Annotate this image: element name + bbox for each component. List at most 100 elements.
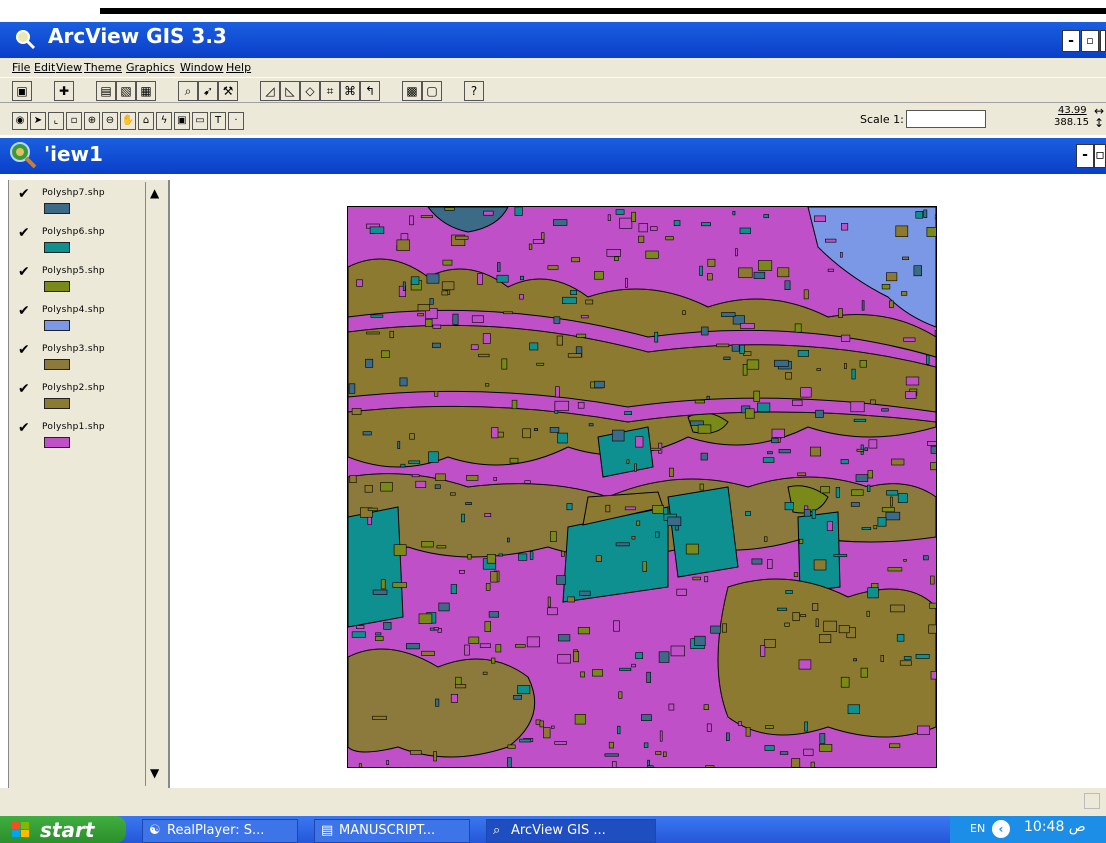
area-of-interest-tool-icon[interactable]: ▣ <box>174 112 190 130</box>
toc-scrollbar[interactable]: ▲ ▼ <box>145 182 168 786</box>
scale-input[interactable] <box>906 110 986 128</box>
pan-tool-icon[interactable]: ✋ <box>120 112 136 130</box>
zoom-to-selected-button[interactable]: ◇ <box>300 81 320 101</box>
query-builder-button[interactable]: ⚒ <box>218 81 238 101</box>
layer-visibility-checkbox[interactable]: ✔ <box>18 186 30 202</box>
app-minimize-button[interactable]: - <box>1062 30 1080 52</box>
layer-visibility-checkbox[interactable]: ✔ <box>18 225 30 241</box>
taskbar-realplayer[interactable]: ☯ RealPlayer: S... <box>142 819 298 843</box>
speckle-polygon <box>861 527 872 531</box>
view-minimize-button[interactable]: - <box>1076 144 1094 168</box>
find-button[interactable]: ⌕ <box>178 81 198 101</box>
layer-color-swatch[interactable] <box>44 320 70 331</box>
layer-color-swatch[interactable] <box>44 398 70 409</box>
clear-selection-button[interactable]: ▢ <box>422 81 442 101</box>
zoom-in-tool-icon[interactable]: ⊕ <box>84 112 100 130</box>
speckle-polygon <box>743 351 752 356</box>
speckle-polygon <box>765 725 774 729</box>
map-display[interactable] <box>347 206 937 768</box>
locate-address-button[interactable]: ➹ <box>198 81 218 101</box>
teal-field-5 <box>797 511 841 593</box>
speckle-polygon <box>792 399 803 407</box>
taskbar-manuscript-label: MANUSCRIPT... <box>339 823 436 838</box>
speckle-polygon <box>926 441 936 446</box>
speckle-polygon <box>850 502 860 507</box>
zoom-in-button[interactable]: ⌗ <box>320 81 340 101</box>
select-feature-tool-icon[interactable]: ▫ <box>66 112 82 130</box>
select-features-button[interactable]: ▩ <box>402 81 422 101</box>
layer-item[interactable]: ✔ Polyshp7.shp <box>18 186 138 222</box>
menu-window[interactable]: Window <box>180 61 223 74</box>
tray-expand-icon[interactable]: ‹ <box>992 820 1010 838</box>
coordinate-y: 388.15 <box>1054 117 1089 128</box>
speckle-polygon <box>435 698 440 707</box>
text-tool-icon[interactable]: T <box>210 112 226 130</box>
vertex-edit-tool-icon[interactable]: ⌞ <box>48 112 64 130</box>
identify-tool-icon[interactable]: ◉ <box>12 112 28 130</box>
layer-item[interactable]: ✔ Polyshp4.shp <box>18 303 138 339</box>
help-button[interactable]: ? <box>464 81 484 101</box>
draw-point-tool-icon[interactable]: · <box>228 112 244 130</box>
speckle-polygon <box>800 387 812 398</box>
layer-item[interactable]: ✔ Polyshp3.shp <box>18 342 138 378</box>
teal-field-3 <box>348 506 404 628</box>
add-theme-button[interactable]: ✚ <box>54 81 74 101</box>
speckle-polygon <box>929 602 936 609</box>
layer-visibility-checkbox[interactable]: ✔ <box>18 342 30 358</box>
menu-view[interactable]: View <box>56 61 82 74</box>
layer-visibility-checkbox[interactable]: ✔ <box>18 303 30 319</box>
speckle-polygon <box>432 342 441 348</box>
layer-color-swatch[interactable] <box>44 281 70 292</box>
layer-color-swatch[interactable] <box>44 437 70 448</box>
open-attribute-table-button[interactable]: ▦ <box>136 81 156 101</box>
app-restore-button[interactable]: ▫ <box>1081 30 1099 52</box>
zoom-out-button[interactable]: ⌘ <box>340 81 360 101</box>
layer-item[interactable]: ✔ Polyshp6.shp <box>18 225 138 261</box>
menu-help[interactable]: Help <box>226 61 251 74</box>
speckle-polygon <box>551 725 555 729</box>
speckle-polygon <box>380 482 393 492</box>
layer-visibility-checkbox[interactable]: ✔ <box>18 420 30 436</box>
zoom-previous-button[interactable]: ↰ <box>360 81 380 101</box>
menu-graphics[interactable]: Graphics <box>126 61 175 74</box>
view-title-bar[interactable] <box>0 138 1106 174</box>
layer-color-swatch[interactable] <box>44 242 70 253</box>
zoom-to-active-themes-button[interactable]: ◺ <box>280 81 300 101</box>
label-tool-icon[interactable]: ▭ <box>192 112 208 130</box>
menu-file[interactable]: File <box>12 61 30 74</box>
measure-tool-icon[interactable]: ⌂ <box>138 112 154 130</box>
button-bar: ▣ ✚ ▤ ▧ ▦ ⌕ ➹ ⚒ ◿ ◺ ◇ ⌗ ⌘ ↰ ▩ ▢ ? <box>0 78 1106 103</box>
taskbar-arcview[interactable]: ⌕ ArcView GIS ... <box>486 819 656 843</box>
hotlink-tool-icon[interactable]: ϟ <box>156 112 172 130</box>
layer-item[interactable]: ✔ Polyshp5.shp <box>18 264 138 300</box>
theme-properties-button[interactable]: ▤ <box>96 81 116 101</box>
speckle-polygon <box>812 603 819 611</box>
edit-legend-button[interactable]: ▧ <box>116 81 136 101</box>
app-close-button[interactable] <box>1100 30 1106 52</box>
speckle-polygon <box>800 614 807 617</box>
layer-visibility-checkbox[interactable]: ✔ <box>18 264 30 280</box>
save-project-button[interactable]: ▣ <box>12 81 32 101</box>
menu-edit[interactable]: Edit <box>34 61 55 74</box>
pointer-tool-icon[interactable]: ➤ <box>30 112 46 130</box>
layer-item[interactable]: ✔ Polyshp2.shp <box>18 381 138 417</box>
resize-grip-icon[interactable] <box>1084 793 1100 809</box>
speckle-polygon <box>895 225 909 237</box>
layer-color-swatch[interactable] <box>44 203 70 214</box>
view-restore-button[interactable]: ▫ <box>1094 144 1106 168</box>
speckle-polygon <box>797 472 807 476</box>
zoom-to-full-extent-button[interactable]: ◿ <box>260 81 280 101</box>
speckle-polygon <box>402 281 406 291</box>
layer-color-swatch[interactable] <box>44 359 70 370</box>
speckle-polygon <box>607 214 611 222</box>
scroll-down-arrow-icon[interactable]: ▼ <box>150 766 159 780</box>
speckle-polygon <box>380 579 386 590</box>
menu-theme[interactable]: Theme <box>84 61 122 74</box>
taskbar-manuscript[interactable]: ▤ MANUSCRIPT... <box>314 819 470 843</box>
layer-item[interactable]: ✔ Polyshp1.shp <box>18 420 138 456</box>
speckle-polygon <box>509 457 519 464</box>
layer-visibility-checkbox[interactable]: ✔ <box>18 381 30 397</box>
zoom-out-tool-icon[interactable]: ⊖ <box>102 112 118 130</box>
scroll-up-arrow-icon[interactable]: ▲ <box>150 186 159 200</box>
language-indicator[interactable]: EN <box>970 822 985 835</box>
